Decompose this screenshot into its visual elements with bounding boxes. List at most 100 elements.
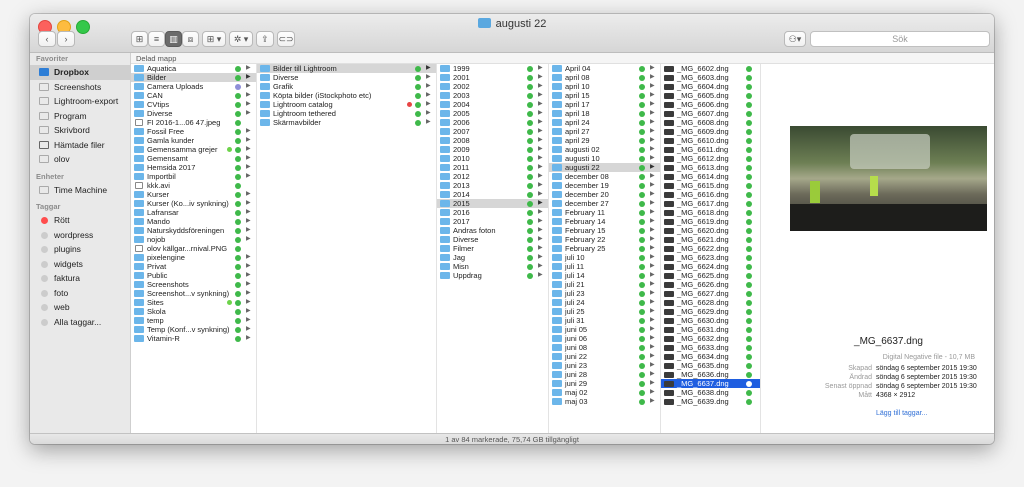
- folder-row[interactable]: 2011 ▶: [437, 163, 548, 172]
- cover-flow-button[interactable]: ⧈: [182, 31, 199, 47]
- file-row[interactable]: _MG_6607.dng: [661, 109, 760, 118]
- folder-row[interactable]: Screenshot...v synkning) ▶: [131, 289, 256, 298]
- file-row[interactable]: _MG_6608.dng: [661, 118, 760, 127]
- file-row[interactable]: _MG_6627.dng: [661, 289, 760, 298]
- folder-row[interactable]: 2004 ▶: [437, 100, 548, 109]
- folder-row[interactable]: April 04 ▶: [549, 64, 660, 73]
- folder-row[interactable]: Diverse ▶: [437, 235, 548, 244]
- browser-column[interactable]: April 04 ▶ april 08 ▶ april 10 ▶ april 15 ▶ apri…: [549, 64, 661, 433]
- dropbox-button[interactable]: ⚇▾: [784, 31, 806, 47]
- sidebar-item[interactable]: Rött: [30, 213, 130, 228]
- file-row[interactable]: _MG_6633.dng: [661, 343, 760, 352]
- folder-row[interactable]: Diverse ▶: [131, 109, 256, 118]
- file-row[interactable]: _MG_6609.dng: [661, 127, 760, 136]
- file-row[interactable]: _MG_6618.dng: [661, 208, 760, 217]
- folder-row[interactable]: 2010 ▶: [437, 154, 548, 163]
- folder-row[interactable]: april 24 ▶: [549, 118, 660, 127]
- folder-row[interactable]: december 08 ▶: [549, 172, 660, 181]
- folder-row[interactable]: december 27 ▶: [549, 199, 660, 208]
- folder-row[interactable]: maj 02 ▶: [549, 388, 660, 397]
- file-row[interactable]: _MG_6637.dng: [661, 379, 760, 388]
- folder-row[interactable]: 2005 ▶: [437, 109, 548, 118]
- sidebar-item[interactable]: Dropbox: [30, 65, 130, 80]
- folder-row[interactable]: Lafransar ▶: [131, 208, 256, 217]
- file-row[interactable]: FI 2016-1...06 47.jpeg: [131, 118, 256, 127]
- sidebar-item[interactable]: Lightroom-export: [30, 94, 130, 109]
- action-button[interactable]: ✲ ▾: [229, 31, 253, 47]
- folder-row[interactable]: Skärmavbilder ▶: [257, 118, 436, 127]
- folder-row[interactable]: juni 05 ▶: [549, 325, 660, 334]
- folder-row[interactable]: Temp (Konf...v synkning) ▶: [131, 325, 256, 334]
- file-row[interactable]: _MG_6604.dng: [661, 82, 760, 91]
- folder-row[interactable]: Köpta bilder (iStockphoto etc) ▶: [257, 91, 436, 100]
- folder-row[interactable]: Camera Uploads ▶: [131, 82, 256, 91]
- sidebar-item[interactable]: faktura: [30, 271, 130, 286]
- file-row[interactable]: _MG_6602.dng: [661, 64, 760, 73]
- file-row[interactable]: olov källgar...rnival.PNG: [131, 244, 256, 253]
- file-row[interactable]: _MG_6638.dng: [661, 388, 760, 397]
- folder-row[interactable]: 2008 ▶: [437, 136, 548, 145]
- folder-row[interactable]: Hemsida 2017 ▶: [131, 163, 256, 172]
- folder-row[interactable]: Sites ▶: [131, 298, 256, 307]
- folder-row[interactable]: juni 29 ▶: [549, 379, 660, 388]
- file-row[interactable]: _MG_6624.dng: [661, 262, 760, 271]
- folder-row[interactable]: Uppdrag ▶: [437, 271, 548, 280]
- folder-row[interactable]: temp ▶: [131, 316, 256, 325]
- folder-row[interactable]: juli 24 ▶: [549, 298, 660, 307]
- folder-row[interactable]: april 29 ▶: [549, 136, 660, 145]
- folder-row[interactable]: Kurser ▶: [131, 190, 256, 199]
- folder-row[interactable]: Bilder ▶: [131, 73, 256, 82]
- folder-row[interactable]: Grafik ▶: [257, 82, 436, 91]
- file-row[interactable]: _MG_6605.dng: [661, 91, 760, 100]
- folder-row[interactable]: juli 21 ▶: [549, 280, 660, 289]
- folder-row[interactable]: april 10 ▶: [549, 82, 660, 91]
- file-row[interactable]: _MG_6628.dng: [661, 298, 760, 307]
- folder-row[interactable]: juli 25 ▶: [549, 307, 660, 316]
- file-row[interactable]: _MG_6611.dng: [661, 145, 760, 154]
- folder-row[interactable]: February 22 ▶: [549, 235, 660, 244]
- folder-row[interactable]: 2006 ▶: [437, 118, 548, 127]
- file-row[interactable]: _MG_6606.dng: [661, 100, 760, 109]
- folder-row[interactable]: april 27 ▶: [549, 127, 660, 136]
- folder-row[interactable]: 2001 ▶: [437, 73, 548, 82]
- folder-row[interactable]: Misn ▶: [437, 262, 548, 271]
- folder-row[interactable]: 2014 ▶: [437, 190, 548, 199]
- file-row[interactable]: _MG_6636.dng: [661, 370, 760, 379]
- folder-row[interactable]: Filmer ▶: [437, 244, 548, 253]
- file-row[interactable]: _MG_6634.dng: [661, 352, 760, 361]
- forward-button[interactable]: ›: [57, 31, 75, 47]
- folder-row[interactable]: 2002 ▶: [437, 82, 548, 91]
- folder-row[interactable]: 2017 ▶: [437, 217, 548, 226]
- sidebar-item[interactable]: Screenshots: [30, 80, 130, 95]
- folder-row[interactable]: 1999 ▶: [437, 64, 548, 73]
- folder-row[interactable]: February 15 ▶: [549, 226, 660, 235]
- folder-row[interactable]: juli 31 ▶: [549, 316, 660, 325]
- folder-row[interactable]: Gamla kunder ▶: [131, 136, 256, 145]
- file-row[interactable]: _MG_6626.dng: [661, 280, 760, 289]
- folder-row[interactable]: juli 23 ▶: [549, 289, 660, 298]
- folder-row[interactable]: CVtips ▶: [131, 100, 256, 109]
- file-row[interactable]: _MG_6610.dng: [661, 136, 760, 145]
- folder-row[interactable]: maj 03 ▶: [549, 397, 660, 406]
- folder-row[interactable]: Kurser (Ko...iv synkning) ▶: [131, 199, 256, 208]
- sidebar-item[interactable]: web: [30, 300, 130, 315]
- folder-row[interactable]: Lightroom tethered ▶: [257, 109, 436, 118]
- file-row[interactable]: _MG_6630.dng: [661, 316, 760, 325]
- folder-row[interactable]: april 08 ▶: [549, 73, 660, 82]
- file-row[interactable]: _MG_6639.dng: [661, 397, 760, 406]
- file-row[interactable]: _MG_6632.dng: [661, 334, 760, 343]
- sidebar-item[interactable]: Time Machine: [30, 183, 130, 198]
- folder-row[interactable]: Importbil ▶: [131, 172, 256, 181]
- arrange-button[interactable]: ⊞ ▾: [202, 31, 226, 47]
- folder-row[interactable]: Lightroom catalog ▶: [257, 100, 436, 109]
- share-button[interactable]: ⇪: [256, 31, 274, 47]
- folder-row[interactable]: February 25 ▶: [549, 244, 660, 253]
- folder-row[interactable]: 2016 ▶: [437, 208, 548, 217]
- folder-row[interactable]: juli 14 ▶: [549, 271, 660, 280]
- sidebar-item[interactable]: Skrivbord: [30, 123, 130, 138]
- folder-row[interactable]: augusti 02 ▶: [549, 145, 660, 154]
- file-row[interactable]: _MG_6623.dng: [661, 253, 760, 262]
- folder-row[interactable]: February 14 ▶: [549, 217, 660, 226]
- folder-row[interactable]: Privat ▶: [131, 262, 256, 271]
- sidebar-item[interactable]: Program: [30, 109, 130, 124]
